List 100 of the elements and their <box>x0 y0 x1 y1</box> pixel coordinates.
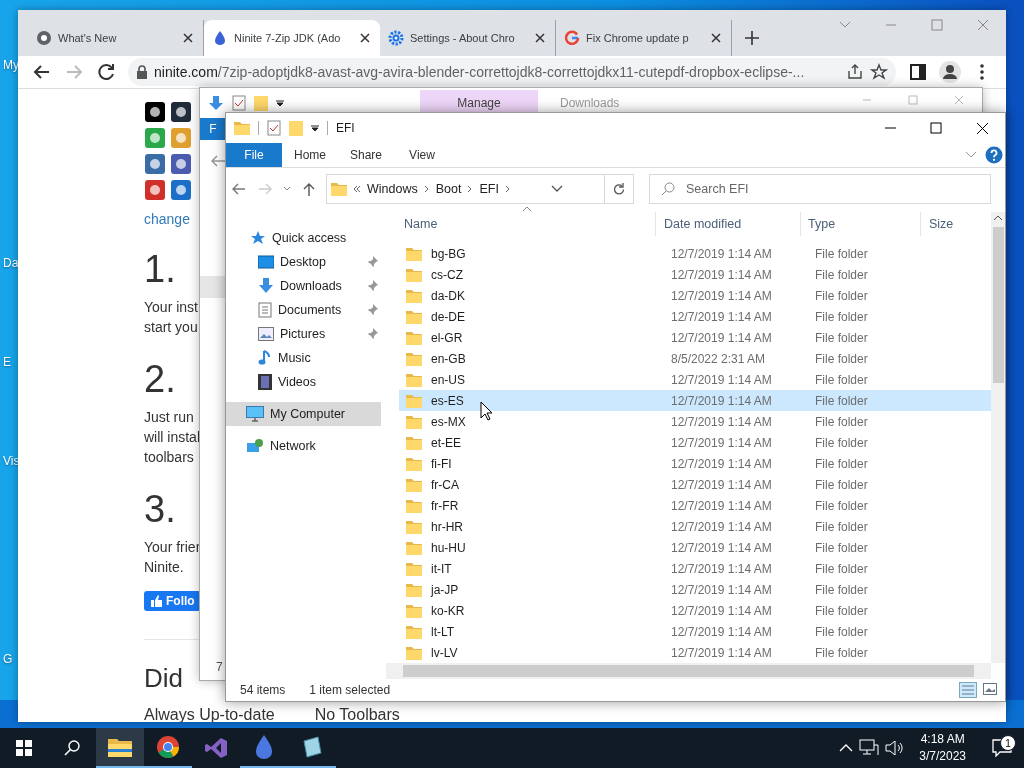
help-icon[interactable] <box>985 146 1003 164</box>
pin-icon[interactable] <box>366 304 378 316</box>
file-row[interactable]: da-DK 12/7/2019 1:14 AM File folder <box>399 285 991 306</box>
chevron-up-icon[interactable] <box>839 743 854 753</box>
properties-icon[interactable] <box>267 120 281 136</box>
step-text: Your inst start you <box>144 298 198 337</box>
properties-icon[interactable] <box>232 95 246 111</box>
browser-tab[interactable]: Ninite 7-Zip JDK (Ado <box>204 20 380 56</box>
search-field[interactable]: Search EFI <box>649 174 991 204</box>
breadcrumb-item[interactable]: Windows <box>367 182 418 196</box>
status-text: 7 <box>216 660 223 674</box>
nav-item[interactable]: Videos <box>226 370 381 394</box>
app-logo-icon[interactable] <box>170 153 192 175</box>
chevron-right-icon[interactable] <box>504 185 511 193</box>
nav-item[interactable]: Pictures <box>226 322 381 346</box>
address-bar[interactable]: ninite.com/7zip-adoptjdk8-avast-avg-avira-blender-correttojdk8-correttojdkx11-cutepdf-dropbox-eclipse-... <box>128 58 896 86</box>
pin-icon[interactable] <box>366 280 378 292</box>
back-window-file-tab[interactable]: F <box>200 118 226 140</box>
file-row[interactable]: es-ES 12/7/2019 1:14 AM File folder <box>399 390 991 411</box>
nav-item[interactable]: My Computer <box>226 402 381 426</box>
file-row[interactable]: it-IT 12/7/2019 1:14 AM File folder <box>399 558 991 579</box>
file-row[interactable]: fi-FI 12/7/2019 1:14 AM File folder <box>399 453 991 474</box>
column-header[interactable]: Size <box>921 212 991 236</box>
column-header[interactable]: Date modified <box>656 212 801 236</box>
file-row[interactable]: en-US 12/7/2019 1:14 AM File folder <box>399 369 991 390</box>
address-bar[interactable]: Windows Boot EFI <box>326 174 634 204</box>
breadcrumb-item[interactable]: Boot <box>435 182 462 196</box>
close-icon[interactable] <box>358 31 372 45</box>
column-header[interactable]: Name <box>399 212 656 236</box>
up-arrow-icon[interactable] <box>303 182 315 196</box>
url-text: ninite.com/7zip-adoptjdk8-avast-avg-avira-blender-correttojdk8-correttojdkx11-cutepdf-dropbox-eclipse-... <box>154 64 806 80</box>
nav-item[interactable]: Documents <box>226 298 381 322</box>
step-text: Your frier Ninite. <box>144 538 201 577</box>
download-arrow-icon[interactable] <box>208 95 224 111</box>
folder-icon <box>406 477 422 492</box>
close-icon[interactable] <box>709 31 723 45</box>
dropdown-icon[interactable] <box>311 124 319 132</box>
browser-tab[interactable]: Settings - About Chro <box>380 20 556 56</box>
file-row[interactable]: el-GR 12/7/2019 1:14 AM File folder <box>399 327 991 348</box>
chevron-down-icon[interactable] <box>551 185 564 193</box>
nav-item[interactable]: Quick access <box>226 226 381 250</box>
step-heading: 1. <box>144 249 176 289</box>
breadcrumb-item[interactable]: EFI <box>479 182 499 196</box>
ribbon-tab[interactable]: File <box>226 143 282 167</box>
folder-icon <box>234 121 250 135</box>
dropdown-icon[interactable] <box>276 99 284 107</box>
horizontal-scrollbar[interactable] <box>386 663 991 679</box>
file-row[interactable]: hu-HU 12/7/2019 1:14 AM File folder <box>399 537 991 558</box>
file-row[interactable]: en-GB 8/5/2022 2:31 AM File folder <box>399 348 991 369</box>
star-icon[interactable] <box>870 63 888 81</box>
chevron-right-icon[interactable] <box>423 185 430 193</box>
file-row[interactable]: fr-CA 12/7/2019 1:14 AM File folder <box>399 474 991 495</box>
item-count: 54 items <box>240 683 286 697</box>
follow-button[interactable]: Follo <box>144 591 201 611</box>
share-icon[interactable] <box>846 63 864 81</box>
folder-icon <box>406 267 422 282</box>
browser-tab[interactable]: Fix Chrome update p <box>556 20 732 56</box>
file-row[interactable]: ko-KR 12/7/2019 1:14 AM File folder <box>399 600 991 621</box>
network-icon[interactable] <box>859 739 880 757</box>
change-link[interactable]: change <box>144 211 190 227</box>
nav-item[interactable]: Downloads <box>226 274 381 298</box>
speaker-icon[interactable] <box>885 740 906 756</box>
close-icon[interactable] <box>181 31 195 45</box>
chevron-right-icon[interactable] <box>467 185 474 193</box>
ribbon-tab[interactable]: Home <box>282 143 338 167</box>
nav-item[interactable]: Music <box>226 346 381 370</box>
notification-count: 1 <box>1000 735 1016 751</box>
app-logo-icon[interactable] <box>144 101 166 123</box>
file-row[interactable]: de-DE 12/7/2019 1:14 AM File folder <box>399 306 991 327</box>
double-chevron-icon[interactable] <box>353 185 361 193</box>
step-heading: 2. <box>144 359 176 399</box>
file-row[interactable]: lt-LT 12/7/2019 1:14 AM File folder <box>399 621 991 642</box>
nav-item[interactable]: Network <box>226 434 381 458</box>
vertical-scrollbar[interactable] <box>991 212 1005 663</box>
ribbon-tab[interactable]: Share <box>338 143 394 167</box>
file-row[interactable]: hr-HR 12/7/2019 1:14 AM File folder <box>399 516 991 537</box>
feature-title: No Toolbars <box>314 706 400 722</box>
file-row[interactable]: es-MX 12/7/2019 1:14 AM File folder <box>399 411 991 432</box>
ribbon-tab[interactable]: View <box>394 143 450 167</box>
nav-item[interactable]: Desktop <box>226 250 381 274</box>
section-heading: Did <box>144 662 183 695</box>
file-row[interactable]: bg-BG 12/7/2019 1:14 AM File folder <box>399 243 991 264</box>
pin-icon[interactable] <box>366 328 378 340</box>
file-row[interactable]: et-EE 12/7/2019 1:14 AM File folder <box>399 432 991 453</box>
clock[interactable]: 4:18 AM 3/7/2023 <box>911 731 974 765</box>
file-row[interactable]: lv-LV 12/7/2019 1:14 AM File folder <box>399 642 991 663</box>
column-header[interactable]: Type <box>801 212 921 236</box>
document-icon <box>258 302 272 318</box>
close-icon[interactable] <box>533 31 547 45</box>
pin-icon[interactable] <box>366 256 378 268</box>
chevron-down-icon[interactable] <box>283 186 291 192</box>
ribbon-context-tab[interactable]: Manage <box>420 90 538 112</box>
new-tab-icon[interactable] <box>742 28 762 48</box>
taskbar-app[interactable] <box>96 728 144 768</box>
thumbnail-view-icon[interactable] <box>983 682 997 696</box>
file-row[interactable]: cs-CZ 12/7/2019 1:14 AM File folder <box>399 264 991 285</box>
file-row[interactable]: ja-JP 12/7/2019 1:14 AM File folder <box>399 579 991 600</box>
file-row[interactable]: fr-FR 12/7/2019 1:14 AM File folder <box>399 495 991 516</box>
monitor-icon <box>246 406 264 422</box>
app-logo-icon[interactable] <box>170 101 192 123</box>
